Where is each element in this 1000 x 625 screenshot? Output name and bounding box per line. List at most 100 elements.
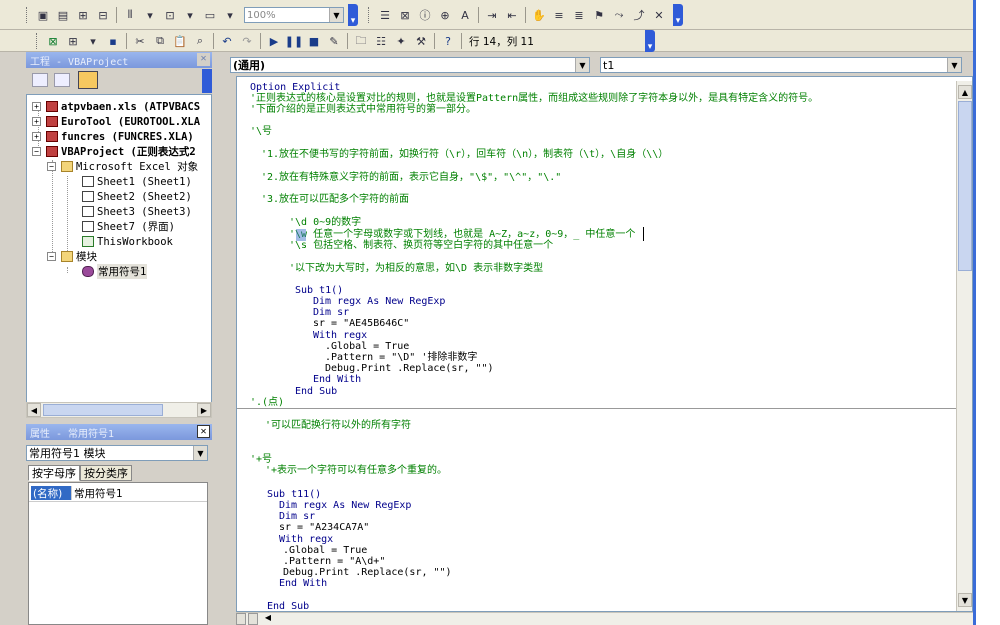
clear-bookmarks-icon[interactable]: ✕ xyxy=(650,6,668,24)
tree-node-sheet1[interactable]: Sheet1 (Sheet1) xyxy=(82,174,192,189)
prev-bookmark-icon[interactable]: ⤴ xyxy=(630,6,648,24)
property-name-cell[interactable]: (名称) xyxy=(31,486,71,500)
expand-icon[interactable]: + xyxy=(32,117,41,126)
tab-categorized[interactable]: 按分类序 xyxy=(80,465,132,481)
list-properties-icon[interactable]: ☰ xyxy=(376,6,394,24)
project-explorer-icon[interactable]: 🗀 xyxy=(352,32,370,50)
procedure-combo[interactable]: t1 ▼ xyxy=(600,57,962,73)
size-dropdown-icon[interactable]: ▾ xyxy=(221,6,239,24)
tree-label: Microsoft Excel 对象 xyxy=(76,161,199,173)
toolbox-icon[interactable]: ⚒ xyxy=(412,32,430,50)
scroll-up-icon[interactable]: ▲ xyxy=(958,85,972,99)
tree-node-module-changyong[interactable]: 常用符号1 xyxy=(82,264,148,279)
hand-icon[interactable]: ✋ xyxy=(530,6,548,24)
tree-node-thisworkbook[interactable]: ThisWorkbook xyxy=(82,234,173,249)
code-vscroll[interactable]: ▲ ▼ xyxy=(956,81,972,611)
chevron-down-icon[interactable]: ▼ xyxy=(329,8,343,22)
send-back-icon[interactable]: ▤ xyxy=(54,6,72,24)
toolbar-grip[interactable] xyxy=(36,33,39,49)
code-line: sr = "AE45B646C" xyxy=(313,318,410,329)
bring-front-icon[interactable]: ▣ xyxy=(34,6,52,24)
procedure-view-icon[interactable] xyxy=(236,613,246,625)
scroll-left-icon[interactable]: ◀ xyxy=(27,403,41,417)
tree-node-atpvbaen[interactable]: + atpvbaen.xls (ATPVBACS xyxy=(32,99,200,114)
toolbar-options-icon[interactable]: ▾ xyxy=(645,30,655,52)
toolbar-grip[interactable] xyxy=(368,7,371,23)
list-constants-icon[interactable]: ⊠ xyxy=(396,6,414,24)
scroll-left-icon[interactable]: ◀ xyxy=(262,613,274,625)
view-object-icon[interactable] xyxy=(54,73,70,87)
next-bookmark-icon[interactable]: ⤳ xyxy=(610,6,628,24)
properties-window-icon[interactable]: ☷ xyxy=(372,32,390,50)
center-icon[interactable]: ⊡ xyxy=(161,6,179,24)
align-dropdown-icon[interactable]: ▾ xyxy=(141,6,159,24)
scroll-thumb[interactable] xyxy=(958,101,972,271)
undo-icon[interactable]: ↶ xyxy=(218,32,236,50)
parameter-info-icon[interactable]: ⊕ xyxy=(436,6,454,24)
object-browser-icon[interactable]: ✦ xyxy=(392,32,410,50)
scroll-thumb[interactable] xyxy=(43,404,163,416)
code-editor[interactable]: Option Explicit '正则表达式的核心是设置对比的规则，也就是设置P… xyxy=(236,76,973,612)
break-icon[interactable]: ❚❚ xyxy=(285,32,303,50)
tree-node-vbaproject[interactable]: − VBAProject (正则表达式2 xyxy=(32,144,196,159)
toggle-folders-icon[interactable] xyxy=(78,71,98,89)
project-tree-hscroll[interactable]: ◀ ▶ xyxy=(26,402,212,418)
collapse-icon[interactable]: − xyxy=(32,147,41,156)
paste-icon[interactable]: 📋 xyxy=(171,32,189,50)
tree-node-sheet3[interactable]: Sheet3 (Sheet3) xyxy=(82,204,192,219)
tree-node-funcres[interactable]: + funcres (FUNCRES.XLA) xyxy=(32,129,194,144)
outdent-icon[interactable]: ⇤ xyxy=(503,6,521,24)
scroll-right-icon[interactable]: ▶ xyxy=(197,403,211,417)
insert-module-icon[interactable]: ⊞ xyxy=(64,32,82,50)
save-icon[interactable]: ▪ xyxy=(104,32,122,50)
toolbar-options-icon[interactable]: ▾ xyxy=(673,4,683,26)
bookmark-icon[interactable]: ⚑ xyxy=(590,6,608,24)
find-icon[interactable]: ⌕ xyxy=(191,32,209,50)
expand-icon[interactable]: + xyxy=(32,132,41,141)
center-dropdown-icon[interactable]: ▾ xyxy=(181,6,199,24)
run-icon[interactable]: ▶ xyxy=(265,32,283,50)
reset-icon[interactable]: ■ xyxy=(305,32,323,50)
view-excel-icon[interactable]: ⊠ xyxy=(44,32,62,50)
quick-info-icon[interactable]: ⓘ xyxy=(416,6,434,24)
collapse-icon[interactable]: − xyxy=(47,252,56,261)
tree-node-sheet2[interactable]: Sheet2 (Sheet2) xyxy=(82,189,192,204)
zoom-combo[interactable]: 100% ▼ xyxy=(244,7,344,23)
code-hscroll[interactable]: ◀ xyxy=(236,612,973,625)
toolbar-options-icon[interactable]: ▾ xyxy=(348,4,358,26)
close-icon[interactable]: ✕ xyxy=(197,53,210,66)
align-icon[interactable]: ⫴ xyxy=(121,6,139,24)
tree-node-eurotool[interactable]: + EuroTool (EUROTOOL.XLA xyxy=(32,114,200,129)
redo-icon[interactable]: ↷ xyxy=(238,32,256,50)
chevron-down-icon[interactable]: ▼ xyxy=(947,58,961,72)
uncomment-block-icon[interactable]: ≣ xyxy=(570,6,588,24)
complete-word-icon[interactable]: A xyxy=(456,6,474,24)
object-combo[interactable]: (通用) ▼ xyxy=(230,57,590,73)
copy-icon[interactable]: ⧉ xyxy=(151,32,169,50)
tree-node-sheet7[interactable]: Sheet7 (界面) xyxy=(82,219,175,234)
expand-icon[interactable]: + xyxy=(32,102,41,111)
splitter[interactable] xyxy=(212,52,226,625)
tree-node-excel-objects[interactable]: − Microsoft Excel 对象 xyxy=(47,159,198,174)
comment-block-icon[interactable]: ≡ xyxy=(550,6,568,24)
chevron-down-icon[interactable]: ▼ xyxy=(575,58,589,72)
help-icon[interactable]: ? xyxy=(439,32,457,50)
size-icon[interactable]: ▭ xyxy=(201,6,219,24)
indent-icon[interactable]: ⇥ xyxy=(483,6,501,24)
toolbar-grip[interactable] xyxy=(26,7,29,23)
collapse-icon[interactable]: − xyxy=(47,162,56,171)
properties-object-combo[interactable]: 常用符号1 模块 ▼ xyxy=(26,445,208,461)
ungroup-icon[interactable]: ⊟ xyxy=(94,6,112,24)
insert-dropdown-icon[interactable]: ▾ xyxy=(84,32,102,50)
tree-node-modules[interactable]: − 模块 xyxy=(47,249,97,264)
property-value-cell[interactable]: 常用符号1 xyxy=(71,486,205,500)
full-module-view-icon[interactable] xyxy=(248,613,258,625)
design-mode-icon[interactable]: ✎ xyxy=(325,32,343,50)
cut-icon[interactable]: ✂ xyxy=(131,32,149,50)
view-code-icon[interactable] xyxy=(32,73,48,87)
chevron-down-icon[interactable]: ▼ xyxy=(193,446,207,460)
tab-alphabetic[interactable]: 按字母序 xyxy=(28,465,80,481)
close-icon[interactable]: ✕ xyxy=(197,425,210,438)
scroll-down-icon[interactable]: ▼ xyxy=(958,593,972,607)
group-icon[interactable]: ⊞ xyxy=(74,6,92,24)
